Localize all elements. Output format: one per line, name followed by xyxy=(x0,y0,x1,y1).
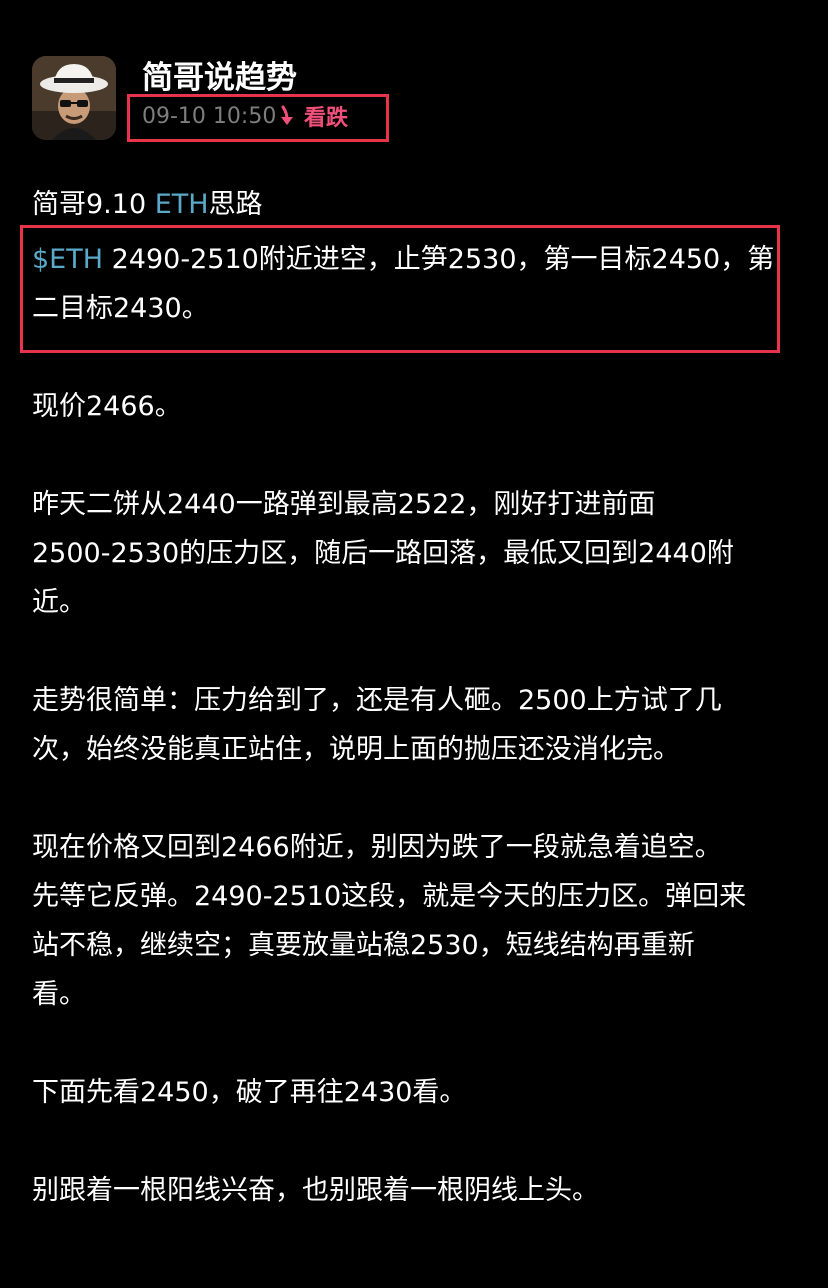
sentiment-badge: 看跌 xyxy=(278,100,348,132)
post-body: 简哥9.10 ETH思路 $ETH 2490-2510附近进空，止笋2530，第… xyxy=(20,180,792,1215)
paragraph-yesterday: 昨天二饼从2440一路弹到最高2522，刚好打进前面 2500-2530的压力区… xyxy=(32,480,792,627)
author-name[interactable]: 简哥说趋势 xyxy=(142,58,297,98)
plan-line-3: 站不稳，继续空；真要放量站稳2530，短线结构再重新 xyxy=(32,930,695,961)
eth-link[interactable]: ETH xyxy=(155,189,209,220)
post-title-prefix: 简哥9.10 xyxy=(32,189,155,220)
trend-line-1: 走势很简单：压力给到了，还是有人砸。2500上方试了几 xyxy=(32,685,722,716)
post-title: 简哥9.10 ETH思路 xyxy=(32,180,792,229)
post-timestamp: 09-10 10:50 xyxy=(142,104,277,129)
author-avatar[interactable] xyxy=(32,56,116,140)
advice-text: 别跟着一根阳线兴奋，也别跟着一根阴线上头。 xyxy=(32,1175,599,1206)
paragraph-targets: 下面先看2450，破了再往2430看。 xyxy=(32,1068,792,1117)
trend-line-2: 次，始终没能真正站住，说明上面的抛压还没消化完。 xyxy=(32,734,680,765)
post-title-suffix: 思路 xyxy=(208,189,263,220)
plan-line-4: 看。 xyxy=(32,979,86,1010)
targets-text: 下面先看2450，破了再往2430看。 xyxy=(32,1077,467,1108)
yesterday-line-2: 2500-2530的压力区，随后一路回落，最低又回到2440附 xyxy=(32,538,734,569)
arrow-down-icon xyxy=(281,105,293,125)
current-price-text: 现价2466。 xyxy=(32,391,182,422)
paragraph-plan: 现在价格又回到2466附近，别因为跌了一段就急着追空。 先等它反弹。2490-2… xyxy=(32,823,792,1019)
trade-signal: $ETH 2490-2510附近进空，止笋2530，第一目标2450，第 二目标… xyxy=(20,225,792,353)
post-header: 简哥说趋势 09-10 10:50 看跌 xyxy=(32,56,792,142)
paragraph-trend: 走势很简单：压力给到了，还是有人砸。2500上方试了几 次，始终没能真正站住，说… xyxy=(32,676,792,774)
yesterday-line-1: 昨天二饼从2440一路弹到最高2522，刚好打进前面 xyxy=(32,489,656,520)
plan-line-2: 先等它反弹。2490-2510这段，就是今天的压力区。弹回来 xyxy=(32,881,747,912)
sentiment-label: 看跌 xyxy=(304,106,349,131)
plan-line-1: 现在价格又回到2466附近，别因为跌了一段就急着追空。 xyxy=(32,832,722,863)
avatar-photo-icon xyxy=(32,56,116,140)
highlight-box-signal xyxy=(20,225,780,353)
yesterday-line-3: 近。 xyxy=(32,587,86,618)
paragraph-current-price: 现价2466。 xyxy=(32,382,792,431)
paragraph-advice: 别跟着一根阳线兴奋，也别跟着一根阴线上头。 xyxy=(32,1166,792,1215)
